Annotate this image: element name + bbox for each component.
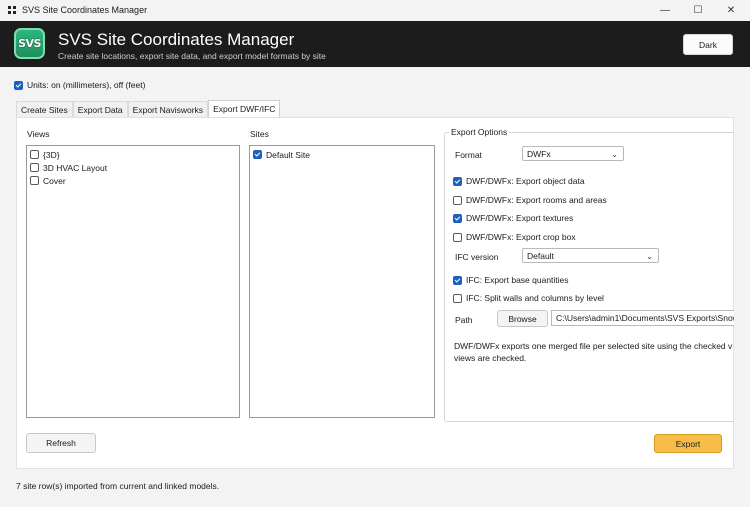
option-rooms-areas[interactable]: DWF/DWFx: Export rooms and areas	[453, 195, 607, 205]
minimize-button[interactable]: —	[648, 0, 682, 21]
list-item[interactable]: 3D HVAC Layout	[27, 161, 239, 174]
sites-label: Sites	[250, 129, 269, 139]
app-subtitle: Create site locations, export site data,…	[58, 51, 326, 61]
app-icon	[8, 6, 16, 14]
units-label: Units: on (millimeters), off (feet)	[27, 80, 146, 90]
view-checkbox[interactable]	[30, 150, 39, 159]
window-titlebar: SVS Site Coordinates Manager — ☐ ✕	[0, 0, 750, 21]
view-checkbox[interactable]	[30, 163, 39, 172]
list-item[interactable]: Default Site	[250, 148, 434, 161]
chevron-down-icon: ⌄	[611, 150, 618, 159]
format-label: Format	[455, 150, 482, 160]
tab-export-dwf-ifc[interactable]: Export DWF/IFC	[208, 100, 281, 117]
export-note: DWF/DWFx exports one merged file per sel…	[454, 341, 733, 363]
tab-create-sites[interactable]: Create Sites	[16, 101, 73, 117]
refresh-button[interactable]: Refresh	[26, 433, 96, 453]
app-title: SVS Site Coordinates Manager	[58, 30, 295, 49]
units-checkbox[interactable]	[14, 80, 23, 90]
option-checkbox[interactable]	[453, 213, 462, 223]
tab-export-navisworks[interactable]: Export Navisworks	[127, 101, 209, 117]
tab-bar: Create Sites Export Data Export Naviswor…	[16, 100, 281, 117]
maximize-button[interactable]: ☐	[681, 0, 715, 21]
close-button[interactable]: ✕	[714, 0, 748, 21]
option-checkbox[interactable]	[453, 176, 462, 186]
list-item[interactable]: Cover	[27, 174, 239, 187]
option-base-quantities[interactable]: IFC: Export base quantities	[453, 275, 569, 285]
units-toggle[interactable]: Units: on (millimeters), off (feet)	[14, 80, 145, 90]
sites-list[interactable]: Default Site	[249, 145, 435, 418]
app-header: SVS SVS Site Coordinates Manager Create …	[0, 21, 750, 67]
option-checkbox[interactable]	[453, 293, 462, 303]
format-select[interactable]: DWFx ⌄	[522, 146, 624, 161]
views-list[interactable]: {3D} 3D HVAC Layout Cover	[26, 145, 240, 418]
export-button[interactable]: Export	[654, 434, 722, 453]
list-item[interactable]: {3D}	[27, 148, 239, 161]
path-label: Path	[455, 315, 473, 325]
browse-button[interactable]: Browse	[497, 310, 548, 327]
views-label: Views	[27, 129, 50, 139]
option-object-data[interactable]: DWF/DWFx: Export object data	[453, 176, 585, 186]
export-options-title: Export Options	[449, 127, 510, 137]
svs-logo: SVS	[14, 28, 45, 59]
dark-theme-button[interactable]: Dark	[683, 34, 733, 55]
option-textures[interactable]: DWF/DWFx: Export textures	[453, 213, 573, 223]
tab-export-data[interactable]: Export Data	[72, 101, 128, 117]
option-checkbox[interactable]	[453, 195, 462, 205]
chevron-down-icon: ⌄	[646, 252, 653, 261]
path-input[interactable]: C:\Users\admin1\Documents\SVS Exports\Sn…	[551, 310, 734, 326]
site-checkbox[interactable]	[253, 150, 262, 159]
option-split-walls[interactable]: IFC: Split walls and columns by level	[453, 293, 604, 303]
option-checkbox[interactable]	[453, 275, 462, 285]
status-text: 7 site row(s) imported from current and …	[16, 481, 220, 491]
ifc-version-select[interactable]: Default ⌄	[522, 248, 659, 263]
ifc-version-label: IFC version	[455, 252, 499, 262]
window-title: SVS Site Coordinates Manager	[22, 5, 148, 15]
option-checkbox[interactable]	[453, 232, 462, 242]
view-checkbox[interactable]	[30, 176, 39, 185]
option-crop-box[interactable]: DWF/DWFx: Export crop box	[453, 232, 576, 242]
